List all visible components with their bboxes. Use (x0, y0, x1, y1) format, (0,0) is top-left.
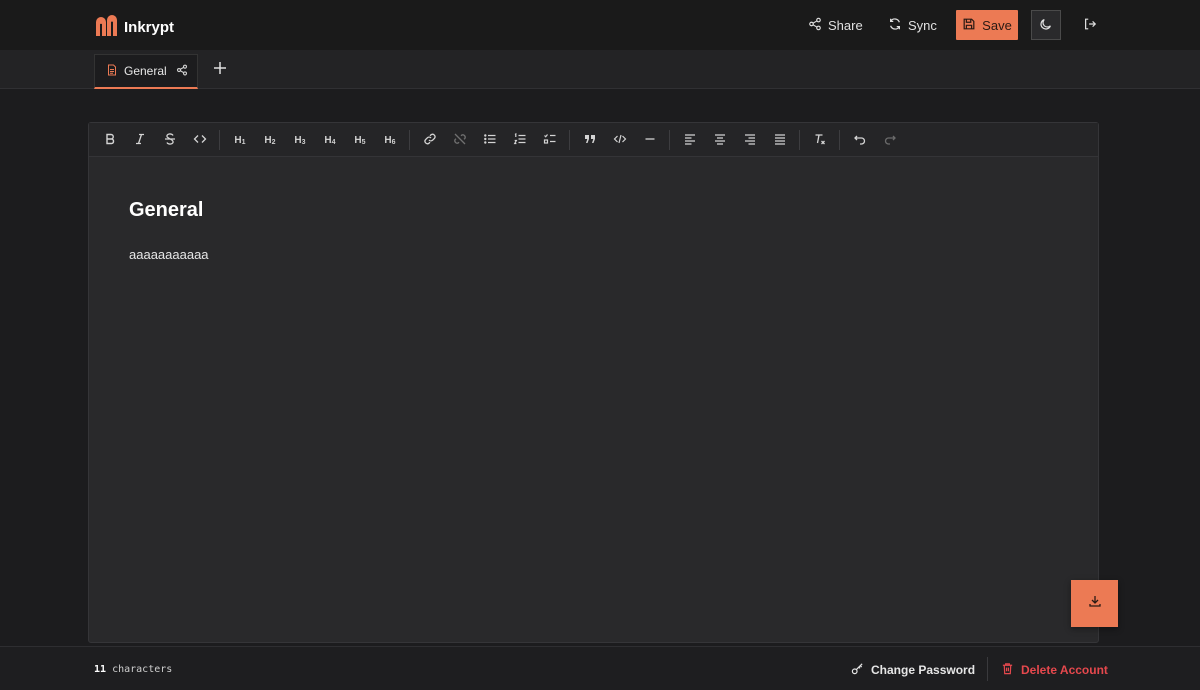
change-password-button[interactable]: Change Password (851, 662, 975, 678)
character-count-label: characters (112, 664, 173, 675)
sync-icon (888, 17, 902, 34)
download-icon (1088, 594, 1102, 613)
toolbar-separator (569, 130, 570, 150)
footer-divider (987, 657, 988, 681)
redo-button[interactable] (879, 130, 901, 150)
heading-1-button[interactable]: H1 (229, 130, 251, 150)
brand[interactable]: Inkrypt (94, 14, 174, 41)
inline-code-button[interactable] (189, 130, 211, 150)
strikethrough-button[interactable] (159, 130, 181, 150)
status-footer: 11 characters Change Password Delete Acc… (0, 646, 1200, 690)
task-list-button[interactable] (539, 130, 561, 150)
plus-icon (212, 62, 228, 80)
moon-icon (1039, 17, 1053, 34)
heading-2-icon: H2 (264, 134, 276, 146)
heading-4-button[interactable]: H4 (319, 130, 341, 150)
heading-3-button[interactable]: H3 (289, 130, 311, 150)
logout-icon (1083, 17, 1097, 34)
share-button[interactable]: Share (808, 10, 863, 40)
bold-icon (103, 132, 117, 149)
toolbar-separator (409, 130, 410, 150)
clear-format-button[interactable] (809, 130, 831, 150)
link-icon (423, 132, 437, 149)
sync-label: Sync (908, 17, 937, 33)
align-center-icon (713, 132, 727, 149)
save-button[interactable]: Save (956, 10, 1018, 40)
bold-button[interactable] (99, 130, 121, 150)
align-justify-icon (773, 132, 787, 149)
align-left-icon (683, 132, 697, 149)
share-icon (808, 17, 822, 34)
tab-label: General (124, 64, 167, 78)
align-justify-button[interactable] (769, 130, 791, 150)
heading-5-button[interactable]: H5 (349, 130, 371, 150)
task-list-icon (543, 132, 557, 149)
change-password-label: Change Password (871, 663, 976, 677)
logo-icon (94, 14, 117, 41)
italic-icon (133, 132, 147, 149)
strikethrough-icon (163, 132, 177, 149)
document-body[interactable]: aaaaaaaaaaa (129, 247, 209, 262)
unlink-button[interactable] (449, 130, 471, 150)
editor: H1 H2 H3 H4 H5 H6 General aaaaaaaaaaa (88, 122, 1099, 643)
toolbar-separator (669, 130, 670, 150)
bullet-list-button[interactable] (479, 130, 501, 150)
heading-3-icon: H3 (294, 134, 306, 146)
download-button[interactable] (1071, 580, 1118, 627)
toolbar-separator (799, 130, 800, 150)
theme-toggle-button[interactable] (1031, 10, 1061, 40)
italic-button[interactable] (129, 130, 151, 150)
character-count-value: 11 (94, 664, 107, 675)
horizontal-rule-button[interactable] (639, 130, 661, 150)
align-left-button[interactable] (679, 130, 701, 150)
toolbar-separator (839, 130, 840, 150)
brand-name: Inkrypt (124, 19, 175, 36)
ordered-list-icon (513, 132, 527, 149)
code-block-button[interactable] (609, 130, 631, 150)
heading-6-icon: H6 (384, 134, 396, 146)
heading-4-icon: H4 (324, 134, 336, 146)
key-icon (851, 662, 864, 678)
undo-icon (853, 132, 867, 149)
code-icon (193, 132, 207, 149)
redo-icon (883, 132, 897, 149)
delete-account-button[interactable]: Delete Account (1001, 662, 1108, 678)
horizontal-rule-icon (643, 132, 657, 149)
undo-button[interactable] (849, 130, 871, 150)
tab-share-icon[interactable] (176, 64, 188, 79)
clear-format-icon (813, 132, 827, 149)
align-right-icon (743, 132, 757, 149)
heading-6-button[interactable]: H6 (379, 130, 401, 150)
align-right-button[interactable] (739, 130, 761, 150)
heading-5-icon: H5 (354, 134, 366, 146)
blockquote-button[interactable] (579, 130, 601, 150)
code-block-icon (613, 132, 627, 149)
editor-toolbar: H1 H2 H3 H4 H5 H6 (89, 123, 1098, 157)
logout-button[interactable] (1081, 10, 1099, 40)
align-center-button[interactable] (709, 130, 731, 150)
save-label: Save (982, 17, 1012, 33)
delete-account-label: Delete Account (1021, 663, 1108, 677)
unlink-icon (453, 132, 467, 149)
trash-icon (1001, 662, 1014, 678)
save-icon (962, 17, 976, 34)
add-tab-button[interactable] (212, 60, 228, 76)
share-label: Share (828, 17, 863, 33)
bullet-list-icon (483, 132, 497, 149)
document-icon (106, 64, 118, 79)
toolbar-separator (219, 130, 220, 150)
app-header: Inkrypt Share Sync Save (0, 0, 1200, 50)
character-count: 11 characters (94, 664, 172, 675)
heading-1-icon: H1 (234, 134, 246, 146)
link-button[interactable] (419, 130, 441, 150)
sync-button[interactable]: Sync (888, 10, 937, 40)
tab-general[interactable]: General (94, 54, 198, 89)
quote-icon (583, 132, 597, 149)
heading-2-button[interactable]: H2 (259, 130, 281, 150)
ordered-list-button[interactable] (509, 130, 531, 150)
tab-bar: General (0, 50, 1200, 89)
document-title[interactable]: General (129, 199, 203, 222)
